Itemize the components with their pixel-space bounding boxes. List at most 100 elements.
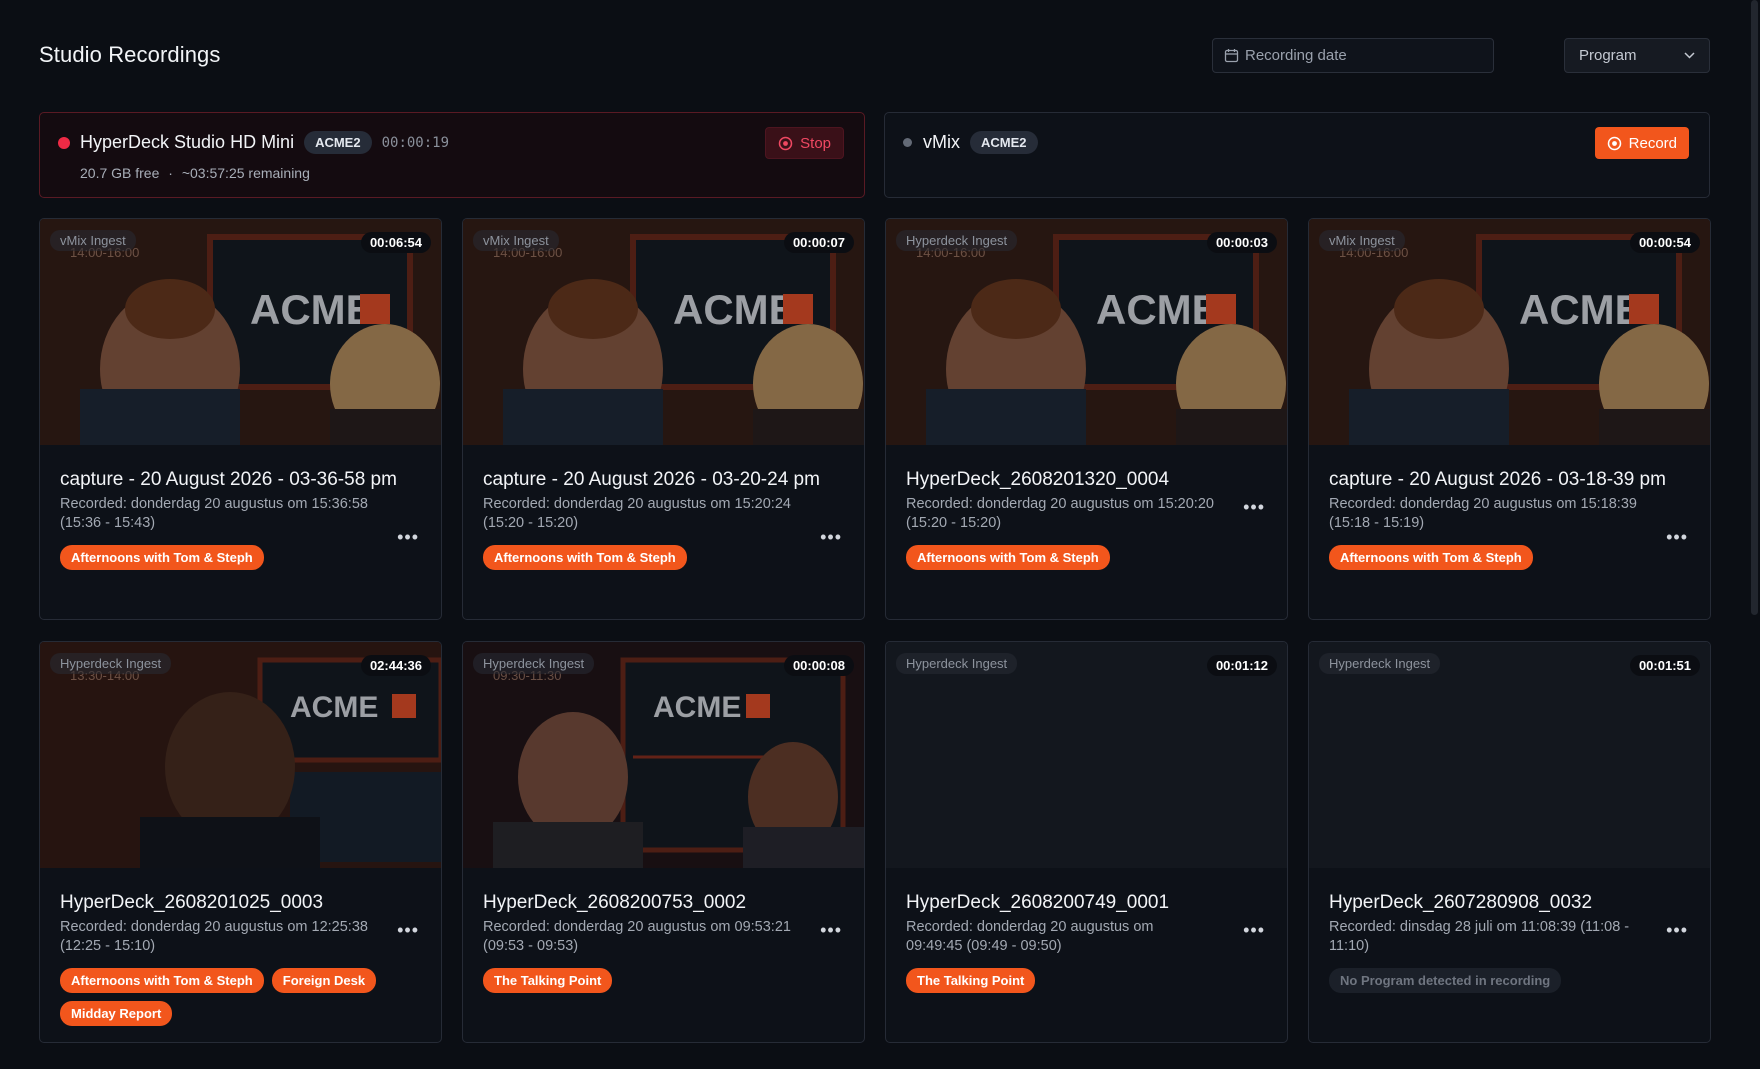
- program-tag[interactable]: Afternoons with Tom & Steph: [483, 545, 687, 570]
- program-tag[interactable]: The Talking Point: [483, 968, 613, 993]
- recording-title[interactable]: capture - 20 August 2026 - 03-20-24 pm: [483, 465, 843, 495]
- duration-badge: 00:01:12: [1206, 655, 1277, 676]
- recording-date-placeholder: Recording date: [1245, 47, 1347, 64]
- recording-thumbnail[interactable]: ACME 14:00-16:00 Hyperdeck Ingest 00:00:…: [886, 219, 1287, 445]
- program-tags: The Talking Point: [483, 968, 843, 993]
- duration-badge: 00:00:54: [1629, 232, 1700, 253]
- recording-title[interactable]: HyperDeck_2608200753_0002: [483, 888, 843, 918]
- program-tag[interactable]: Afternoons with Tom & Steph: [60, 545, 264, 570]
- source-badge: vMix Ingest: [473, 230, 559, 251]
- duration-badge: 00:00:08: [783, 655, 854, 676]
- device-header: HyperDeck Studio HD Mini ACME2 00:00:19: [58, 131, 449, 154]
- recording-thumbnail[interactable]: ACME 14:00-16:00 vMix Ingest 00:00:07: [463, 219, 864, 445]
- recording-title[interactable]: HyperDeck_2608201320_0004: [906, 465, 1266, 495]
- chevron-down-icon: [1684, 52, 1695, 59]
- no-program-tag: No Program detected in recording: [1329, 968, 1562, 993]
- program-tags: Afternoons with Tom & Steph: [60, 545, 420, 570]
- program-tag[interactable]: The Talking Point: [906, 968, 1036, 993]
- record-circle-icon: [1607, 136, 1621, 150]
- page-title: Studio Recordings: [39, 42, 221, 67]
- recording-meta: Recorded: donderdag 20 augustus om 09:49…: [906, 919, 1154, 954]
- program-tags: Afternoons with Tom & Steph: [906, 545, 1266, 570]
- recording-card[interactable]: ACME 09:30-11:30 Hyperdeck Ingest 00:00:…: [462, 641, 865, 1043]
- recording-card[interactable]: ACME 14:00-16:00 vMix Ingest 00:06:54 ca…: [39, 218, 442, 620]
- recording-timer: 00:00:19: [381, 134, 450, 151]
- recording-thumbnail-placeholder[interactable]: Hyperdeck Ingest 00:01:12: [886, 642, 1287, 868]
- scrollbar-thumb[interactable]: [1751, 0, 1758, 615]
- page-scrollbar[interactable]: [1748, 0, 1760, 1069]
- more-horizontal-icon[interactable]: •••: [1243, 497, 1265, 518]
- source-badge: vMix Ingest: [1319, 230, 1405, 251]
- recording-info: HyperDeck_2608200753_0002 Recorded: dond…: [483, 888, 843, 993]
- storage-remaining: ~03:57:25 remaining: [181, 165, 310, 181]
- program-tag[interactable]: Afternoons with Tom & Steph: [60, 968, 264, 993]
- device-name: vMix: [923, 132, 960, 152]
- recording-thumbnail[interactable]: ACME 14:00-16:00 vMix Ingest 00:06:54: [40, 219, 441, 445]
- recording-thumbnail[interactable]: ACME 09:30-11:30 Hyperdeck Ingest 00:00:…: [463, 642, 864, 868]
- recording-title[interactable]: HyperDeck_2608201025_0003: [60, 888, 420, 918]
- recording-info: HyperDeck_2608201320_0004 Recorded: dond…: [906, 465, 1266, 570]
- recording-meta: Recorded: donderdag 20 augustus om 15:18…: [1329, 496, 1637, 531]
- recording-meta: Recorded: donderdag 20 augustus om 09:53…: [483, 919, 791, 954]
- duration-badge: 00:06:54: [360, 232, 431, 253]
- record-button[interactable]: Record: [1594, 127, 1689, 159]
- source-badge: Hyperdeck Ingest: [50, 653, 172, 674]
- source-badge: vMix Ingest: [50, 230, 136, 251]
- recording-title[interactable]: capture - 20 August 2026 - 03-18-39 pm: [1329, 465, 1689, 495]
- program-tags: The Talking Point: [906, 968, 1266, 993]
- recording-info: capture - 20 August 2026 - 03-36-58 pm R…: [60, 465, 420, 570]
- program-select[interactable]: Program: [1564, 38, 1710, 73]
- recording-meta: Recorded: donderdag 20 augustus om 15:20…: [906, 496, 1214, 531]
- recording-meta: Recorded: dinsdag 28 juli om 11:08:39 (1…: [1329, 919, 1630, 954]
- recording-title[interactable]: capture - 20 August 2026 - 03-36-58 pm: [60, 465, 420, 495]
- program-tags: Afternoons with Tom & Steph: [483, 545, 843, 570]
- more-horizontal-icon[interactable]: •••: [397, 920, 419, 941]
- recording-card[interactable]: ACME 14:00-16:00 vMix Ingest 00:00:07 ca…: [462, 218, 865, 620]
- studio-badge: ACME2: [304, 131, 372, 154]
- source-badge: Hyperdeck Ingest: [896, 653, 1018, 674]
- program-select-label: Program: [1579, 47, 1637, 64]
- header-bar: Studio Recordings Recording date Program: [39, 38, 1710, 76]
- device-name: HyperDeck Studio HD Mini: [80, 132, 295, 152]
- program-tag[interactable]: Afternoons with Tom & Steph: [906, 545, 1110, 570]
- recording-date-filter[interactable]: Recording date: [1212, 38, 1494, 73]
- recording-card[interactable]: Hyperdeck Ingest 00:01:12 HyperDeck_2608…: [885, 641, 1288, 1043]
- recording-thumbnail[interactable]: ACME 14:00-16:00 vMix Ingest 00:00:54: [1309, 219, 1710, 445]
- more-horizontal-icon[interactable]: •••: [1666, 527, 1688, 548]
- recording-meta: Recorded: donderdag 20 augustus om 15:20…: [483, 496, 791, 531]
- program-tag[interactable]: Afternoons with Tom & Steph: [1329, 545, 1533, 570]
- recording-card[interactable]: ACME 14:00-16:00 Hyperdeck Ingest 00:00:…: [885, 218, 1288, 620]
- stop-button-label: Stop: [800, 134, 831, 152]
- recording-meta: Recorded: donderdag 20 augustus om 15:36…: [60, 496, 368, 531]
- program-tags: No Program detected in recording: [1329, 968, 1689, 993]
- more-horizontal-icon[interactable]: •••: [1243, 920, 1265, 941]
- recording-info: HyperDeck_2608200749_0001 Recorded: dond…: [906, 888, 1266, 993]
- program-tag[interactable]: Foreign Desk: [271, 968, 377, 993]
- more-horizontal-icon[interactable]: •••: [820, 920, 842, 941]
- recording-info: HyperDeck_2608201025_0003 Recorded: dond…: [60, 888, 420, 1026]
- device-card-vmix: vMix ACME2 Record: [884, 112, 1710, 198]
- stop-button[interactable]: Stop: [765, 127, 844, 159]
- duration-badge: 00:00:03: [1206, 232, 1277, 253]
- recording-card[interactable]: Hyperdeck Ingest 00:01:51 HyperDeck_2607…: [1308, 641, 1711, 1043]
- program-tag[interactable]: Midday Report: [60, 1001, 173, 1026]
- recording-info: HyperDeck_2607280908_0032 Recorded: dins…: [1329, 888, 1689, 993]
- idle-indicator: [903, 138, 912, 147]
- recording-card[interactable]: ACME 13:30-14:00 Hyperdeck Ingest 02:44:…: [39, 641, 442, 1043]
- recording-title[interactable]: HyperDeck_2608200749_0001: [906, 888, 1266, 918]
- program-tags: Afternoons with Tom & Steph: [1329, 545, 1689, 570]
- recording-thumbnail-placeholder[interactable]: Hyperdeck Ingest 00:01:51: [1309, 642, 1710, 868]
- duration-badge: 00:00:07: [783, 232, 854, 253]
- source-badge: Hyperdeck Ingest: [473, 653, 595, 674]
- source-badge: Hyperdeck Ingest: [896, 230, 1018, 251]
- record-button-label: Record: [1628, 134, 1677, 152]
- duration-badge: 00:01:51: [1629, 655, 1700, 676]
- calendar-icon: [1224, 49, 1239, 63]
- more-horizontal-icon[interactable]: •••: [1666, 920, 1688, 941]
- recording-thumbnail[interactable]: ACME 13:30-14:00 Hyperdeck Ingest 02:44:…: [40, 642, 441, 868]
- more-horizontal-icon[interactable]: •••: [820, 527, 842, 548]
- more-horizontal-icon[interactable]: •••: [397, 527, 419, 548]
- recording-card[interactable]: ACME 14:00-16:00 vMix Ingest 00:00:54 ca…: [1308, 218, 1711, 620]
- recording-title[interactable]: HyperDeck_2607280908_0032: [1329, 888, 1689, 918]
- program-tags: Afternoons with Tom & Steph Foreign Desk…: [60, 968, 420, 1026]
